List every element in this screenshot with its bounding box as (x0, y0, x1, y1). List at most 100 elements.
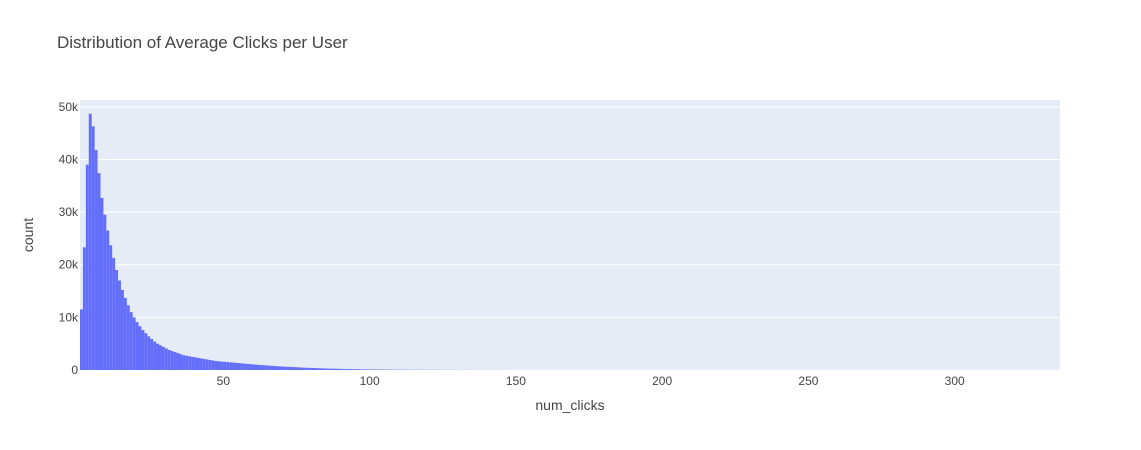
histogram-bar (185, 355, 189, 370)
histogram-bar (249, 364, 253, 370)
x-tick-label: 50 (217, 374, 231, 388)
histogram-bar (352, 369, 355, 370)
histogram-bar (255, 364, 259, 370)
histogram-bar (296, 367, 300, 370)
histogram-bar (346, 369, 350, 370)
y-tick-label: 0 (71, 363, 78, 377)
y-tick-label: 20k (59, 258, 79, 272)
histogram-bar (120, 290, 124, 370)
x-tick-label: 300 (945, 374, 965, 388)
histogram-bar (123, 297, 127, 370)
histogram-bar (337, 368, 341, 370)
x-tick-label: 100 (360, 374, 380, 388)
histogram-bar (82, 247, 86, 370)
histogram-bar (311, 368, 315, 370)
histogram-bar (273, 366, 276, 370)
histogram-bar (170, 351, 174, 370)
histogram-bar (325, 368, 329, 370)
y-tick-label: 10k (59, 310, 79, 324)
y-tick-label: 40k (59, 152, 79, 166)
histogram-bar (322, 368, 326, 370)
histogram-bar (156, 343, 159, 370)
histogram-bar (182, 355, 186, 370)
histogram-bar (372, 369, 376, 370)
histogram-bar (153, 341, 157, 370)
histogram-chart: 50 100 150 200 250 300 0 10k 20k 30k 40k 50k num_c… (20, 100, 1060, 413)
histogram-bar (176, 353, 180, 370)
histogram-bar (281, 366, 285, 370)
histogram-bar (258, 364, 262, 370)
y-tick-label: 30k (59, 205, 79, 219)
histogram-bar (276, 366, 279, 370)
histogram-bar (331, 368, 335, 370)
histogram-bar (287, 366, 291, 370)
histogram-bar (363, 369, 367, 370)
histogram-bar (284, 366, 288, 370)
y-axis-ticks: 0 10k 20k 30k 40k 50k (59, 100, 79, 377)
histogram-bar (202, 358, 206, 370)
histogram-bar (237, 363, 241, 370)
x-tick-label: 200 (652, 374, 672, 388)
histogram-bar (115, 270, 119, 370)
histogram-bar (369, 369, 373, 370)
histogram-bar (334, 368, 338, 370)
histogram-bar (91, 126, 95, 370)
histogram-bar (226, 362, 230, 370)
histogram-bar (94, 150, 98, 370)
histogram-bar (232, 362, 236, 370)
histogram-bar (270, 365, 274, 370)
histogram-bar (161, 346, 165, 370)
histogram-bar (173, 352, 177, 370)
histogram-bar (199, 358, 203, 370)
histogram-bar (243, 363, 247, 370)
histogram-bar (349, 369, 353, 370)
histogram-bar (375, 369, 379, 370)
histogram-bar (240, 363, 244, 370)
x-axis-title: num_clicks (535, 397, 604, 413)
histogram-bar (316, 368, 320, 370)
histogram-bar (97, 173, 101, 370)
histogram-bar (211, 360, 215, 370)
histogram-bar (290, 367, 294, 370)
histogram-bar (205, 359, 209, 370)
histogram-bar (220, 361, 224, 370)
histogram-bar (302, 367, 306, 370)
histogram-bar (261, 365, 265, 370)
histogram-bar (80, 309, 83, 370)
histogram-bar (197, 357, 200, 370)
histogram-bar (194, 357, 198, 370)
histogram-bar (217, 361, 221, 370)
y-tick-label: 50k (59, 100, 79, 114)
histogram-bar (129, 312, 133, 370)
histogram-bar (135, 322, 139, 370)
histogram-bar (357, 369, 361, 370)
histogram-bar (340, 368, 344, 370)
histogram-bar (343, 369, 347, 370)
histogram-bar (299, 367, 303, 370)
histogram-bar (109, 245, 113, 370)
histogram-bar (252, 364, 256, 370)
histogram-bar (141, 330, 145, 370)
histogram-bar (308, 367, 312, 370)
histogram-bar (246, 363, 250, 370)
histogram-bar (179, 354, 183, 370)
histogram-bar (188, 356, 192, 370)
histogram-bar (118, 280, 121, 370)
histogram-bar (278, 366, 282, 370)
histogram-bar (147, 336, 151, 370)
histogram-bar (235, 362, 238, 370)
histogram-bar (214, 361, 218, 370)
histogram-bar (103, 214, 107, 370)
histogram-bar (164, 348, 168, 370)
histogram-bar (293, 367, 297, 370)
plot-area (80, 100, 1060, 370)
histogram-bar (360, 369, 364, 370)
histogram-bar (328, 368, 332, 370)
histogram-bar (354, 369, 358, 370)
histogram-bar (167, 350, 171, 370)
histogram-bar (112, 257, 116, 370)
histogram-bar (132, 317, 136, 370)
x-tick-label: 150 (506, 374, 526, 388)
histogram-bar (229, 362, 233, 370)
histogram-bar (138, 326, 142, 370)
